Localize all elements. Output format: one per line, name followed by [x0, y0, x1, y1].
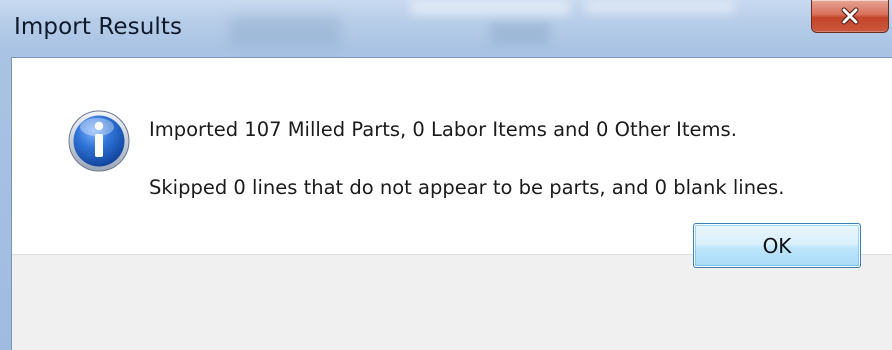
ok-button[interactable]: OK: [693, 223, 861, 268]
dialog-window: Import Results Imported 107 Milled Parts…: [0, 0, 892, 350]
close-button[interactable]: [811, 0, 889, 33]
message-text-skipped: Skipped 0 lines that do not appear to be…: [149, 176, 785, 199]
information-icon: [68, 110, 130, 172]
button-bar: [12, 254, 892, 350]
title-bar[interactable]: Import Results: [0, 0, 892, 58]
dialog-content: Imported 107 Milled Parts, 0 Labor Items…: [11, 57, 892, 350]
message-text-imported: Imported 107 Milled Parts, 0 Labor Items…: [149, 118, 737, 141]
window-title: Import Results: [14, 14, 183, 40]
close-x-icon: [841, 7, 859, 25]
